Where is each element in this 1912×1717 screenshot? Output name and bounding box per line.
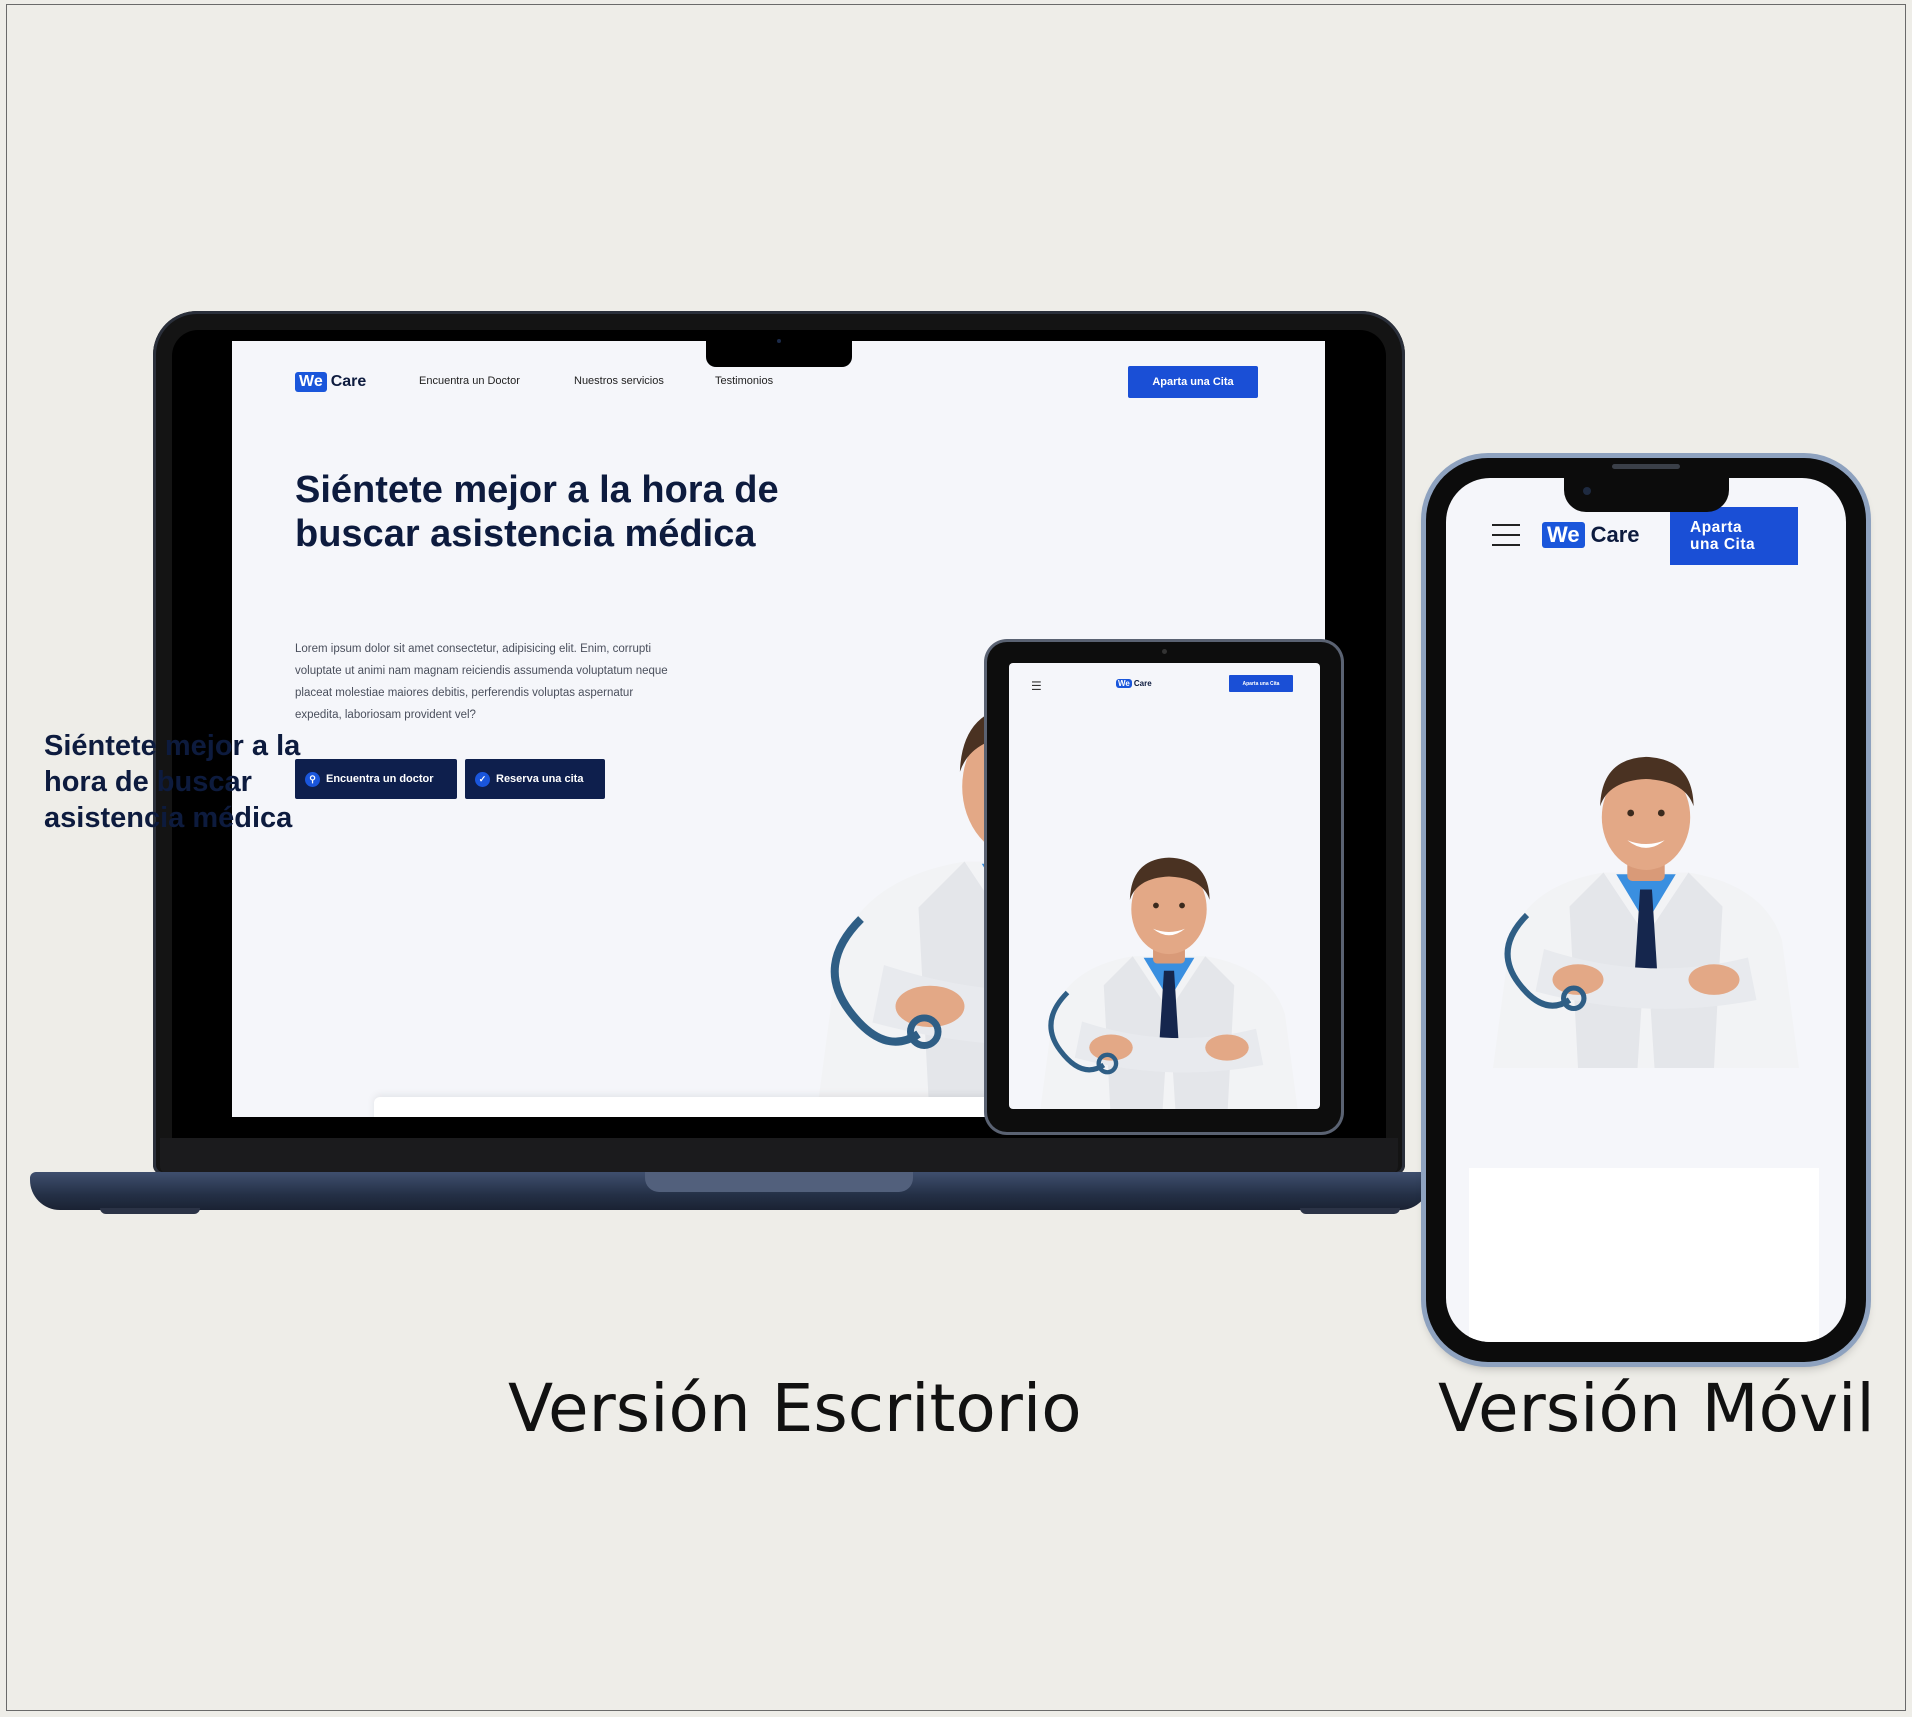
hero-headline: Siéntete mejor a la hora de buscar asist… — [295, 469, 779, 555]
mobile-screen: We Care Aparta una Cita — [1446, 478, 1846, 1342]
logo-we: We — [1542, 522, 1585, 548]
tablet-book-appointment-button[interactable]: Aparta una Cita — [1229, 675, 1293, 692]
laptop-camera — [777, 339, 781, 343]
doctor-image — [1024, 733, 1314, 1109]
hero-paragraph: Lorem ipsum dolor sit amet consectetur, … — [295, 643, 668, 721]
phone-notch — [1564, 478, 1729, 512]
hamburger-menu-icon[interactable] — [1492, 524, 1520, 546]
nav-testimonials[interactable]: Testimonios — [715, 375, 773, 387]
phone-speaker — [1612, 464, 1680, 469]
nav-find-doctor[interactable]: Encuentra un Doctor — [419, 375, 520, 387]
cta-line-2: una Cita — [1690, 536, 1756, 553]
mobile-caption: Versión Móvil — [1438, 1370, 1875, 1447]
laptop-trackpad-lip — [645, 1172, 913, 1192]
book-slot-label: Reserva una cita — [496, 773, 584, 785]
logo-we: We — [1116, 679, 1132, 688]
book-appointment-button[interactable]: Aparta una Cita — [1128, 366, 1258, 398]
nav-services[interactable]: Nuestros servicios — [574, 375, 664, 387]
tablet-camera — [1162, 649, 1167, 654]
desktop-caption: Versión Escritorio — [508, 1370, 1082, 1447]
check-icon: ✓ — [475, 771, 490, 787]
laptop-notch — [706, 341, 852, 367]
phone-camera — [1583, 487, 1591, 495]
cta-line-1: Aparta — [1690, 519, 1743, 536]
tablet-screen: ☰ We Care Aparta una Cita — [1009, 663, 1320, 1109]
mobile-book-appointment-button[interactable]: Aparta una Cita — [1670, 507, 1798, 565]
desktop-logo[interactable]: We Care — [295, 372, 366, 392]
laptop-foot-right — [1300, 1208, 1400, 1214]
search-card — [374, 1097, 1074, 1117]
logo-care: Care — [330, 373, 367, 390]
logo-care: Care — [1590, 522, 1640, 547]
laptop-chin — [160, 1138, 1398, 1174]
showcase-stage: We Care Encuentra un Doctor Nuestros ser… — [0, 0, 1912, 1717]
tablet-logo[interactable]: We Care — [1116, 679, 1152, 688]
doctor-image — [1476, 658, 1816, 1068]
book-slot-button[interactable]: ✓ Reserva una cita — [465, 759, 605, 799]
mobile-logo[interactable]: We Care — [1542, 522, 1640, 548]
logo-we: We — [295, 372, 327, 392]
mobile-hero-headline: Siéntete mejor a la hora de buscar asist… — [44, 730, 301, 834]
laptop-foot-left — [100, 1208, 200, 1214]
logo-care: Care — [1133, 679, 1152, 688]
headline-card — [1469, 1168, 1819, 1342]
hamburger-menu-icon[interactable]: ☰ — [1031, 679, 1042, 693]
